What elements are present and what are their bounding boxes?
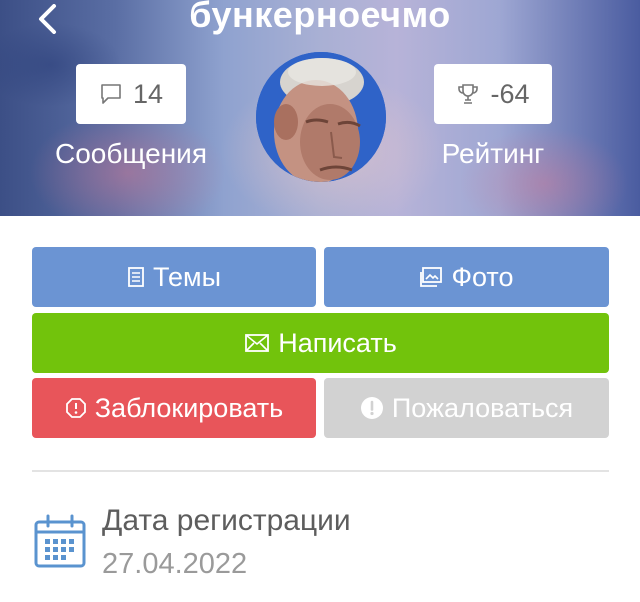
avatar-image — [256, 52, 386, 182]
envelope-icon — [245, 334, 270, 352]
messages-label: Сообщения — [55, 138, 207, 169]
profile-header: бункерноечмо 14 Сообщения -64 Рейтинг — [0, 0, 640, 216]
messages-count-box[interactable]: 14 — [76, 64, 186, 124]
report-button-label: Пожаловаться — [391, 392, 574, 423]
messages-count: 14 — [132, 78, 164, 109]
section-divider — [32, 470, 609, 472]
photo-button-label: Фото — [451, 261, 514, 292]
octagon-alert-icon — [65, 398, 86, 418]
exclamation-circle-icon — [360, 397, 383, 419]
avatar[interactable] — [256, 52, 386, 182]
speech-bubble-icon — [101, 84, 121, 104]
trophy-icon — [458, 84, 479, 104]
document-icon — [128, 267, 144, 287]
block-button-label: Заблокировать — [94, 392, 284, 423]
photo-button[interactable]: Фото — [324, 247, 609, 307]
rating-box[interactable]: -64 — [434, 64, 552, 124]
write-message-button[interactable]: Написать — [32, 313, 609, 373]
rating-value: -64 — [490, 78, 530, 109]
topics-button[interactable]: Темы — [32, 247, 316, 307]
photo-icon — [420, 267, 443, 287]
registration-date-label: Дата регистрации — [102, 504, 351, 537]
rating-label: Рейтинг — [441, 138, 545, 169]
calendar-icon — [34, 514, 86, 568]
write-message-button-label: Написать — [278, 327, 397, 358]
topics-button-label: Темы — [153, 261, 221, 292]
registration-date-value: 27.04.2022 — [102, 548, 248, 580]
report-button[interactable]: Пожаловаться — [324, 378, 609, 438]
profile-username: бункерноечмо — [189, 0, 451, 35]
block-button[interactable]: Заблокировать — [32, 378, 316, 438]
